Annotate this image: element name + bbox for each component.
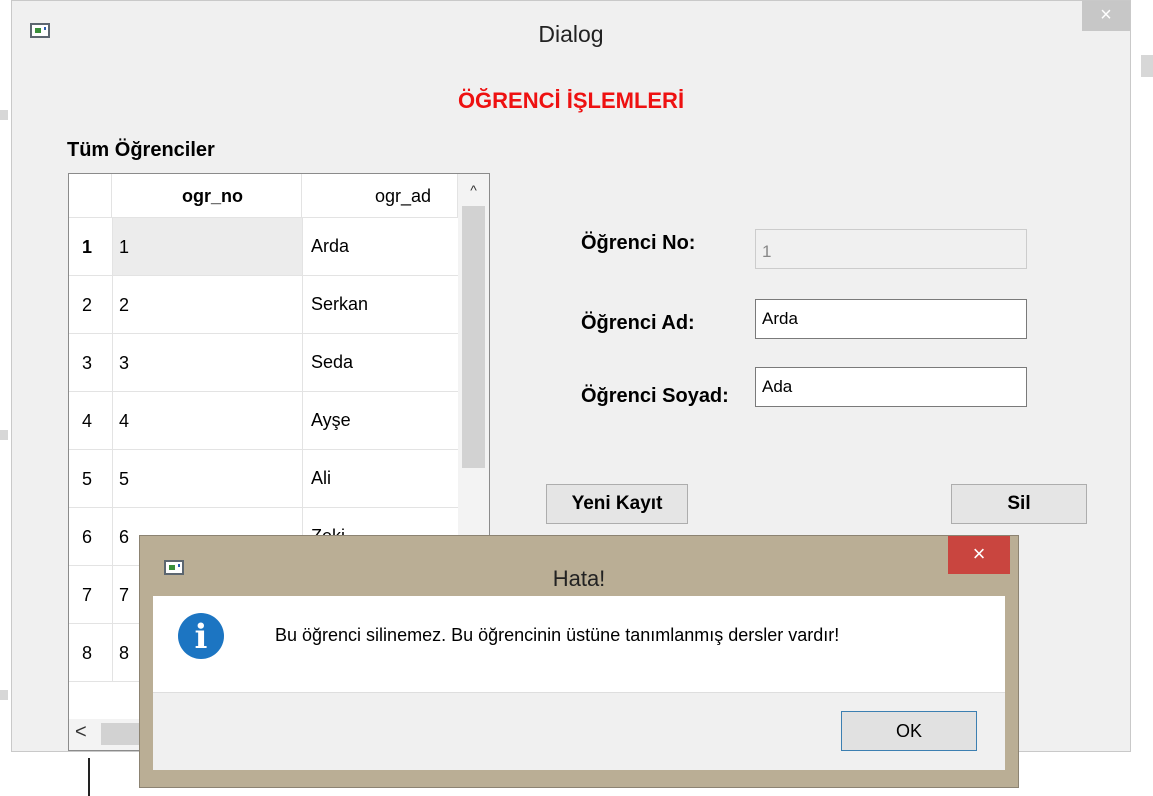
background-editor-line — [88, 758, 90, 796]
table-row[interactable]: 2 2 Serkan — [69, 276, 458, 334]
cell-ogr-ad[interactable]: Ayşe — [302, 392, 458, 450]
student-surname-field[interactable] — [755, 367, 1027, 407]
header-corner — [69, 174, 112, 218]
student-name-field[interactable] — [755, 299, 1027, 339]
new-record-button[interactable]: Yeni Kayıt — [546, 484, 688, 524]
cell-ogr-no[interactable]: 3 — [112, 334, 302, 392]
row-header[interactable]: 1 — [69, 218, 112, 276]
cell-ogr-no[interactable]: 4 — [112, 392, 302, 450]
row-header[interactable]: 5 — [69, 450, 112, 508]
delete-button[interactable]: Sil — [951, 484, 1087, 524]
scroll-up-arrow-icon[interactable]: ^ — [458, 182, 489, 198]
page-heading: ÖĞRENCİ İŞLEMLERİ — [457, 88, 685, 113]
cell-ogr-ad[interactable]: Serkan — [302, 276, 458, 334]
column-header-ogr-no[interactable]: ogr_no — [112, 174, 302, 218]
table-row[interactable]: 4 4 Ayşe — [69, 392, 458, 450]
row-header[interactable]: 6 — [69, 508, 112, 566]
column-header-ogr-ad[interactable]: ogr_ad — [302, 174, 458, 218]
table-label: Tüm Öğrenciler — [67, 139, 215, 161]
error-dialog-footer: OK — [153, 692, 1005, 770]
student-no-field[interactable] — [755, 229, 1027, 269]
ok-button[interactable]: OK — [841, 711, 977, 751]
info-icon: i — [178, 613, 224, 659]
background-mark — [1141, 55, 1153, 77]
error-close-button[interactable]: × — [948, 536, 1010, 574]
title-bar[interactable]: Dialog × — [12, 1, 1130, 63]
cell-ogr-ad[interactable]: Ali — [302, 450, 458, 508]
cell-ogr-no[interactable]: 2 — [112, 276, 302, 334]
row-header[interactable]: 4 — [69, 392, 112, 450]
close-button[interactable]: × — [1082, 1, 1130, 31]
scroll-left-arrow-icon[interactable]: < — [75, 721, 87, 744]
table-header-row: ogr_no ogr_ad — [69, 174, 458, 218]
row-header[interactable]: 2 — [69, 276, 112, 334]
cell-ogr-no[interactable]: 1 — [112, 218, 302, 276]
row-header[interactable]: 8 — [69, 624, 112, 682]
error-dialog: Hata! × i Bu öğrenci silinemez. Bu öğren… — [139, 535, 1019, 788]
error-dialog-body: i Bu öğrenci silinemez. Bu öğrencinin üs… — [153, 596, 1005, 692]
table-row[interactable]: 5 5 Ali — [69, 450, 458, 508]
table-row[interactable]: 1 1 Arda — [69, 218, 458, 276]
background-mark — [0, 430, 8, 440]
row-header[interactable]: 3 — [69, 334, 112, 392]
row-header[interactable]: 7 — [69, 566, 112, 624]
cell-ogr-ad[interactable]: Arda — [302, 218, 458, 276]
background-mark — [0, 110, 8, 120]
student-no-label: Öğrenci No: — [581, 232, 696, 254]
table-row[interactable]: 3 3 Seda — [69, 334, 458, 392]
student-name-label: Öğrenci Ad: — [581, 312, 695, 334]
window-title: Dialog — [538, 21, 604, 47]
student-surname-label: Öğrenci Soyad: — [581, 385, 729, 407]
background-mark — [0, 690, 8, 700]
cell-ogr-ad[interactable]: Seda — [302, 334, 458, 392]
cell-ogr-no[interactable]: 5 — [112, 450, 302, 508]
vertical-scroll-thumb[interactable] — [462, 206, 485, 468]
error-dialog-title: Hata! — [552, 566, 606, 591]
error-message: Bu öğrenci silinemez. Bu öğrencinin üstü… — [275, 625, 840, 645]
